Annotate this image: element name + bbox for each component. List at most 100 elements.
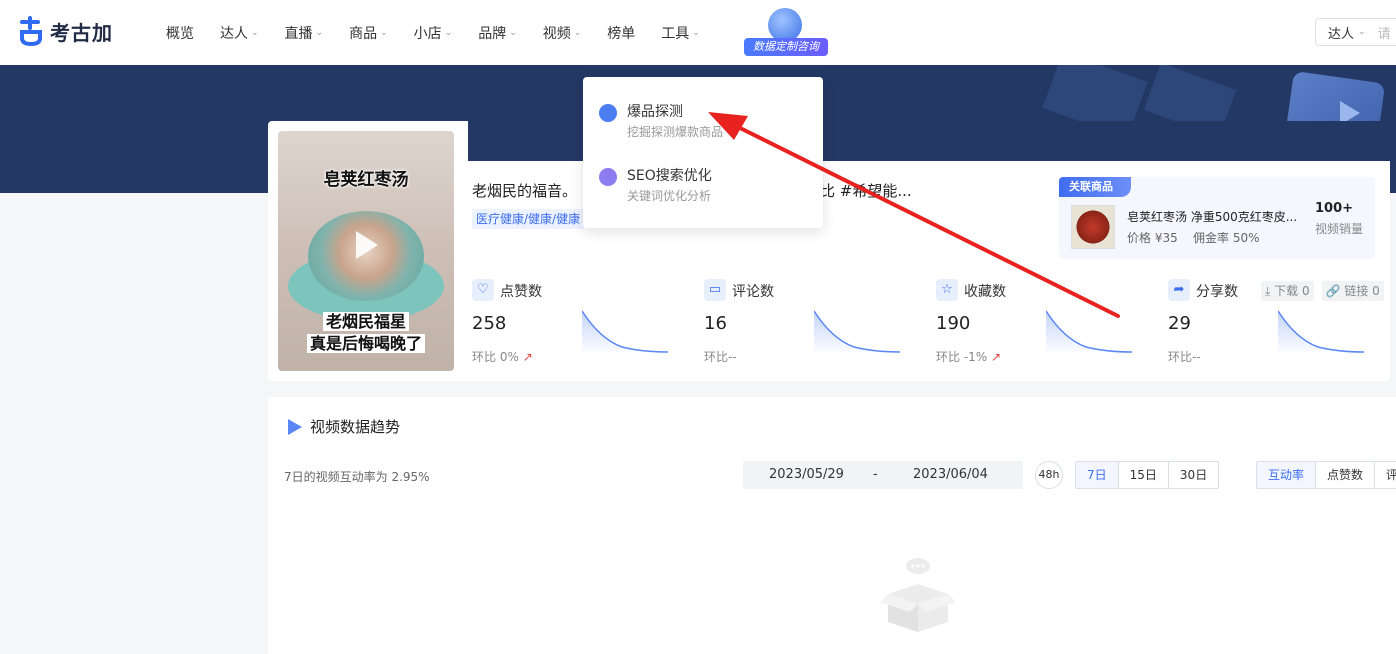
metric-ratio: 环比-- <box>1168 350 1201 364</box>
trend-up-icon: ↗ <box>991 350 1002 364</box>
chevron-down-icon: ⌄ <box>315 28 324 38</box>
commission-label: 佣金率 <box>1193 231 1230 245</box>
tools-dropdown-menu: 爆品探测挖掘探测爆款商品 SEO搜索优化 关键词优化分析 <box>583 77 823 228</box>
metric-value: 190 <box>936 313 971 334</box>
nav-item-5[interactable]: 品牌 ⌄ <box>478 23 517 43</box>
top-header: 考古加 概览 达人 ⌄ 直播 ⌄ 商品 ⌄ 小店 ⌄ 品牌 ⌄ 视频 ⌄ 榜单 工具 ⌄ 数据定制咨询 达人 … <box>0 0 1396 65</box>
related-product-card[interactable]: 关联商品 皂荚红枣汤 净重500克红枣皮... 价格 ¥35 佣金率 50% 1… <box>1059 177 1375 259</box>
nav-item-1[interactable]: 达人 ⌄ <box>220 23 259 43</box>
gauge-icon <box>599 104 617 122</box>
nav-item-6[interactable]: 视频 ⌄ <box>543 23 582 43</box>
heart-icon: ♡ <box>472 279 494 301</box>
chevron-down-icon: ⌄ <box>444 28 453 38</box>
range-48h-button[interactable]: 48h <box>1035 461 1063 489</box>
nav-item-8[interactable]: 工具 ⌄ <box>661 23 700 43</box>
metric-value: 258 <box>472 313 507 334</box>
nav-label: 小店 <box>413 26 442 42</box>
nav-label: 视频 <box>542 26 571 42</box>
nav-item-7[interactable]: 榜单 <box>607 23 635 43</box>
dropdown-item-subtitle: 挖掘探测爆款商品 <box>627 125 724 139</box>
nav-label: 概览 <box>166 26 194 42</box>
metric-tab-1[interactable]: 点赞数 <box>1316 462 1376 488</box>
main-nav: 概览 达人 ⌄ 直播 ⌄ 商品 ⌄ 小店 ⌄ 品牌 ⌄ 视频 ⌄ 榜单 工具 ⌄ <box>166 23 726 43</box>
sales-value: 100+ <box>1315 201 1354 216</box>
metric-tab-0[interactable]: 互动率 <box>1257 462 1317 488</box>
metric-selector: 互动率 点赞数评 <box>1256 461 1396 489</box>
dropdown-item-0[interactable]: 爆品探测挖掘探测爆款商品 <box>599 101 799 145</box>
chevron-down-icon: ⌄ <box>573 28 582 38</box>
nav-label: 品牌 <box>478 26 507 42</box>
metric-ratio: 环比 -1% ↗ <box>936 350 1002 364</box>
date-range-picker[interactable]: 2023/05/29 - 2023/06/04 <box>743 461 1023 489</box>
video-title[interactable]: 老烟民的福音。 <box>472 180 577 201</box>
nav-label: 商品 <box>349 26 378 42</box>
chevron-down-icon: ⌄ <box>1358 27 1366 37</box>
trend-description: 7日的视频互动率为 2.95% <box>284 470 430 484</box>
metric-sparkline <box>582 310 668 355</box>
dropdown-item-title: SEO搜索优化 <box>627 168 712 184</box>
nav-label: 榜单 <box>607 26 636 42</box>
range-button-0[interactable]: 7日 <box>1076 462 1119 488</box>
price-value: ¥35 <box>1154 231 1178 245</box>
sales-label: 视频销量 <box>1315 222 1364 236</box>
play-icon[interactable] <box>356 231 378 259</box>
nav-label: 工具 <box>661 26 690 42</box>
play-icon <box>288 418 302 435</box>
dropdown-item-subtitle: 关键词优化分析 <box>627 189 712 203</box>
nav-item-0[interactable]: 概览 <box>166 23 194 43</box>
metric-value: 29 <box>1168 313 1191 334</box>
promo-consult-button[interactable]: 数据定制咨询 <box>744 6 828 58</box>
product-meta: 价格 ¥35 佣金率 50% <box>1127 229 1260 246</box>
star-icon: ☆ <box>936 279 958 301</box>
date-end[interactable]: 2023/06/04 <box>913 467 988 482</box>
metric-label: 评论数 <box>732 284 774 300</box>
share-icon: ➦ <box>1168 279 1190 301</box>
metric-ratio: 环比-- <box>704 350 737 364</box>
chevron-down-icon: ⌄ <box>692 28 700 38</box>
range-selector: 7日 15日 30日 <box>1075 461 1220 489</box>
product-name[interactable]: 皂荚红枣汤 净重500克红枣皮... <box>1127 208 1299 225</box>
thumbnail-caption-line-2: 真是后悔喝晚了 <box>306 334 425 353</box>
product-sales: 100+ 视频销量 <box>1315 201 1363 237</box>
logo-icon <box>20 16 42 46</box>
chevron-down-icon: ⌄ <box>509 28 517 38</box>
download-count: ⤓ 下载 0 <box>1261 281 1314 301</box>
metric-sparkline <box>814 310 900 355</box>
metric-value: 16 <box>704 313 727 334</box>
search-input[interactable]: 请 <box>1378 23 1391 42</box>
video-title-tail[interactable]: 比 #希望能... <box>820 180 912 201</box>
search-type-label: 达人 <box>1328 26 1355 42</box>
dropdown-item-1[interactable]: SEO搜索优化 关键词优化分析 <box>599 165 799 209</box>
metric-sparkline <box>1046 310 1132 355</box>
range-button-1[interactable]: 15日 <box>1119 462 1169 488</box>
metric-label: 收藏数 <box>964 284 1006 300</box>
robot-icon <box>768 8 802 42</box>
thumbnail-caption-line-1: 老烟民福星 <box>322 312 409 331</box>
date-start[interactable]: 2023/05/29 <box>769 467 844 482</box>
price-label: 价格 <box>1127 231 1152 245</box>
empty-state-icon <box>880 558 956 632</box>
trend-section <box>268 397 1396 654</box>
product-image[interactable] <box>1071 205 1115 249</box>
metric-ratio: 环比 0% ↗ <box>472 350 533 364</box>
metric-label: 分享数 <box>1196 284 1238 300</box>
nav-label: 直播 <box>284 26 313 42</box>
logo[interactable]: 考古加 <box>18 16 113 46</box>
date-separator: - <box>873 467 878 482</box>
nav-item-4[interactable]: 小店 ⌄ <box>414 23 453 43</box>
dropdown-item-title: 爆品探测 <box>627 104 683 120</box>
logo-text: 考古加 <box>50 20 113 45</box>
category-tag: 医疗健康/健康/健康 <box>472 209 584 229</box>
nav-item-2[interactable]: 直播 ⌄ <box>285 23 324 43</box>
metric-tab-2[interactable]: 评 <box>1375 462 1396 488</box>
chevron-down-icon: ⌄ <box>251 28 259 38</box>
video-thumbnail[interactable]: 皂荚红枣汤 老烟民福星 真是后悔喝晚了 <box>278 131 454 371</box>
range-button-2[interactable]: 30日 <box>1169 462 1218 488</box>
link-count: 🔗 链接 0 <box>1321 281 1384 301</box>
comment-icon: ▭ <box>704 279 726 301</box>
nav-item-3[interactable]: 商品 ⌄ <box>349 23 388 43</box>
search-type-select[interactable]: 达人 ⌄ 请 <box>1315 18 1396 46</box>
metric-sparkline <box>1278 310 1364 355</box>
nav-label: 达人 <box>220 26 248 42</box>
metric-label: 点赞数 <box>500 284 542 300</box>
